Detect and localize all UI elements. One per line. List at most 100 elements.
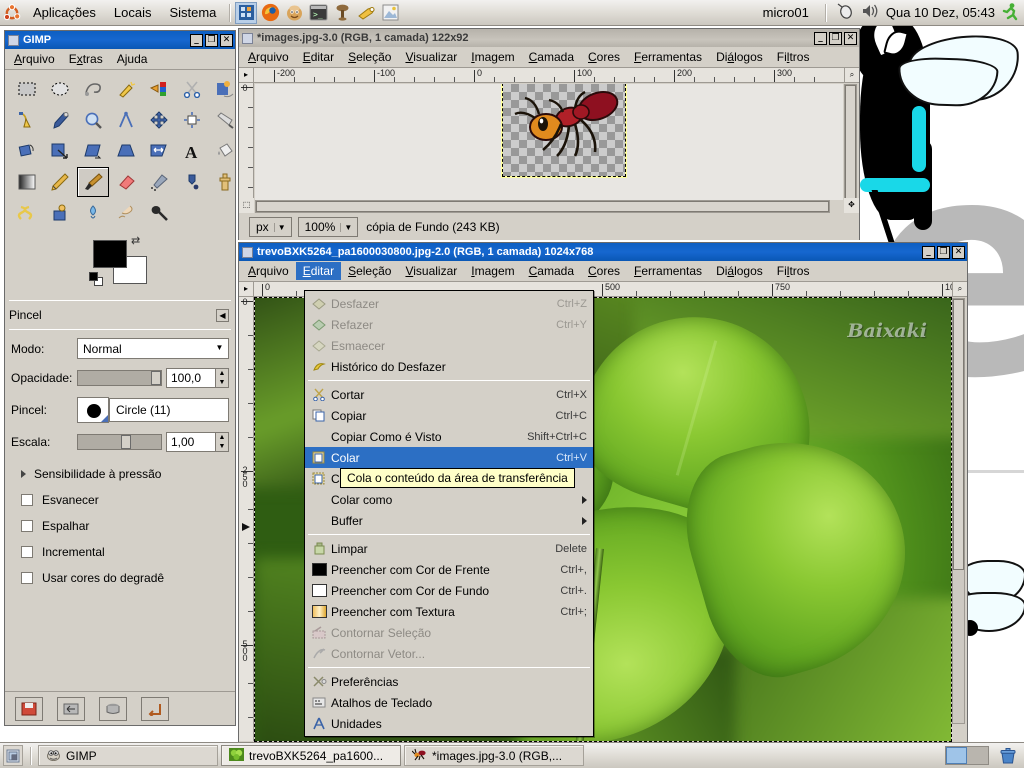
menu-arquivo[interactable]: Arquivo (241, 262, 296, 280)
save-options-icon[interactable] (15, 696, 43, 721)
menu-item-colar[interactable]: Colar Ctrl+V (305, 447, 593, 468)
menu-editar[interactable]: Editar (296, 48, 341, 66)
eraser-icon[interactable] (110, 167, 142, 197)
maximize-button[interactable]: ❐ (205, 33, 218, 47)
scale-icon[interactable] (44, 136, 76, 166)
menu-item-preencher-cor-fundo[interactable]: Preencher com Cor de Fundo Ctrl+. (305, 580, 593, 601)
dock-menu-icon[interactable]: ◀ (216, 308, 229, 322)
menu-camada[interactable]: Camada (522, 262, 581, 280)
ink-icon[interactable] (176, 167, 208, 197)
close-button[interactable]: ✕ (220, 33, 233, 47)
trash-icon[interactable] (997, 745, 1019, 767)
menu-arquivo[interactable]: Arquivo (241, 48, 296, 66)
free-select-icon[interactable] (77, 74, 109, 104)
brush-preview[interactable] (77, 397, 109, 423)
menu-cores[interactable]: Cores (581, 48, 627, 66)
show-desktop-icon[interactable]: ▦ (3, 745, 23, 766)
scale-stepper[interactable]: ▲ ▼ (216, 432, 229, 452)
checkbox-box[interactable] (21, 520, 33, 532)
opacity-input[interactable]: 100,0 (166, 368, 216, 388)
trevo-ruler-origin-button[interactable]: ▸ (239, 282, 254, 297)
smudge-icon[interactable] (44, 198, 76, 228)
menu-arquivo[interactable]: Arquivo (7, 50, 62, 68)
menu-selecao[interactable]: Seleção (341, 262, 398, 280)
menu-item-preferencias[interactable]: Preferências (305, 671, 593, 692)
menu-selecao[interactable]: Seleção (341, 48, 398, 66)
volume-icon[interactable] (861, 3, 880, 22)
menu-dialogos[interactable]: Diálogos (709, 262, 770, 280)
taskbar-item-gimp[interactable]: GIMP (38, 745, 218, 766)
text-icon[interactable]: A (176, 136, 208, 166)
minimize-button[interactable]: _ (922, 245, 935, 259)
screenshot-icon[interactable] (379, 2, 401, 24)
fuzzy-select-icon[interactable] (110, 74, 142, 104)
checkbox-box[interactable] (21, 572, 33, 584)
panel-menu-locais[interactable]: Locais (105, 5, 161, 20)
blur-sharpen-icon[interactable] (11, 198, 43, 228)
ant-zoom-fit-button[interactable]: ⌕ (844, 68, 859, 83)
menu-item-copiar[interactable]: Copiar Ctrl+C (305, 405, 593, 426)
menu-item-contornar-vetor[interactable]: Contornar Vetor... (305, 643, 593, 664)
terminal-icon[interactable]: >_ (307, 2, 329, 24)
trevo-zoom-fit-button[interactable]: ⌕ (952, 282, 967, 297)
maximize-button[interactable]: ❐ (937, 245, 950, 259)
menu-dialogos[interactable]: Diálogos (709, 48, 770, 66)
foreground-color-swatch[interactable] (93, 240, 127, 268)
delete-options-icon[interactable] (99, 696, 127, 721)
clock-label[interactable]: Qua 10 Dez, 05:43 (886, 5, 995, 20)
menu-cores[interactable]: Cores (581, 262, 627, 280)
restore-options-icon[interactable] (57, 696, 85, 721)
scale-slider[interactable] (77, 434, 162, 450)
crop-icon[interactable] (209, 105, 241, 135)
opacity-stepper[interactable]: ▲ ▼ (216, 368, 229, 388)
gimp-toolbox-window[interactable]: GIMP _ ❐ ✕ Arquivo Extras Ajuda A ⇄ Pinc… (4, 30, 236, 726)
taskbar-item-images[interactable]: *images.jpg-3.0 (RGB,... (404, 745, 584, 766)
menu-item-refazer[interactable]: Refazer Ctrl+Y (305, 314, 593, 335)
heal-icon[interactable] (110, 198, 142, 228)
menu-item-buffer[interactable]: Buffer (305, 510, 593, 531)
minimize-button[interactable]: _ (814, 31, 827, 45)
perspective-clone-icon[interactable] (143, 198, 175, 228)
ant-zoom-select[interactable]: 100% ▼ (297, 217, 359, 237)
menu-ferramentas[interactable]: Ferramentas (627, 48, 709, 66)
potato-guy-icon[interactable] (283, 2, 305, 24)
paths-icon[interactable] (11, 105, 43, 135)
ant-navigation-button[interactable]: ✥ (844, 198, 859, 213)
select-by-color-icon[interactable] (143, 74, 175, 104)
rotate-icon[interactable] (11, 136, 43, 166)
clone-icon[interactable] (209, 167, 241, 197)
menu-visualizar[interactable]: Visualizar (398, 262, 464, 280)
ant-canvas[interactable] (255, 84, 843, 200)
paintbrush-icon[interactable] (77, 167, 109, 197)
menu-item-contornar-selecao[interactable]: Contornar Seleção (305, 622, 593, 643)
menu-editar[interactable]: Editar (295, 262, 342, 280)
menu-camada[interactable]: Camada (522, 48, 581, 66)
menu-ajuda[interactable]: Ajuda (110, 50, 155, 68)
panel-menu-sistema[interactable]: Sistema (160, 5, 225, 20)
toolbox-titlebar[interactable]: GIMP _ ❐ ✕ (5, 31, 235, 49)
checkbox-usar-cores-degrade[interactable]: Usar cores do degradê (11, 565, 229, 591)
menu-item-historico-do-desfazer[interactable]: Histórico do Desfazer (305, 356, 593, 377)
checkbox-box[interactable] (21, 546, 33, 558)
menu-item-colar-como[interactable]: Colar como (305, 489, 593, 510)
scale-input[interactable]: 1,00 (166, 432, 216, 452)
close-button[interactable]: ✕ (844, 31, 857, 45)
minimize-button[interactable]: _ (190, 33, 203, 47)
menu-item-preencher-cor-frente[interactable]: Preencher com Cor de Frente Ctrl+, (305, 559, 593, 580)
menu-item-desfazer[interactable]: Desfazer Ctrl+Z (305, 293, 593, 314)
workspace-2[interactable] (967, 747, 988, 764)
update-manager-icon[interactable] (331, 2, 353, 24)
mode-select[interactable]: Normal ▼ (77, 338, 229, 359)
swap-colors-icon[interactable]: ⇄ (131, 234, 140, 247)
ant-ruler-origin-button[interactable]: ▸ (239, 68, 254, 83)
menu-filtros[interactable]: Filtros (770, 262, 817, 280)
menu-item-atalhos-de-teclado[interactable]: Atalhos de Teclado (305, 692, 593, 713)
menu-ferramentas[interactable]: Ferramentas (627, 262, 709, 280)
taskbar-item-trevo[interactable]: trevoBXK5264_pa1600... (221, 745, 401, 766)
workspace-1[interactable] (946, 747, 967, 764)
menu-imagem[interactable]: Imagem (464, 262, 521, 280)
opacity-slider[interactable] (77, 370, 162, 386)
reset-options-icon[interactable] (141, 696, 169, 721)
airbrush-icon[interactable] (143, 167, 175, 197)
measure-icon[interactable] (110, 105, 142, 135)
